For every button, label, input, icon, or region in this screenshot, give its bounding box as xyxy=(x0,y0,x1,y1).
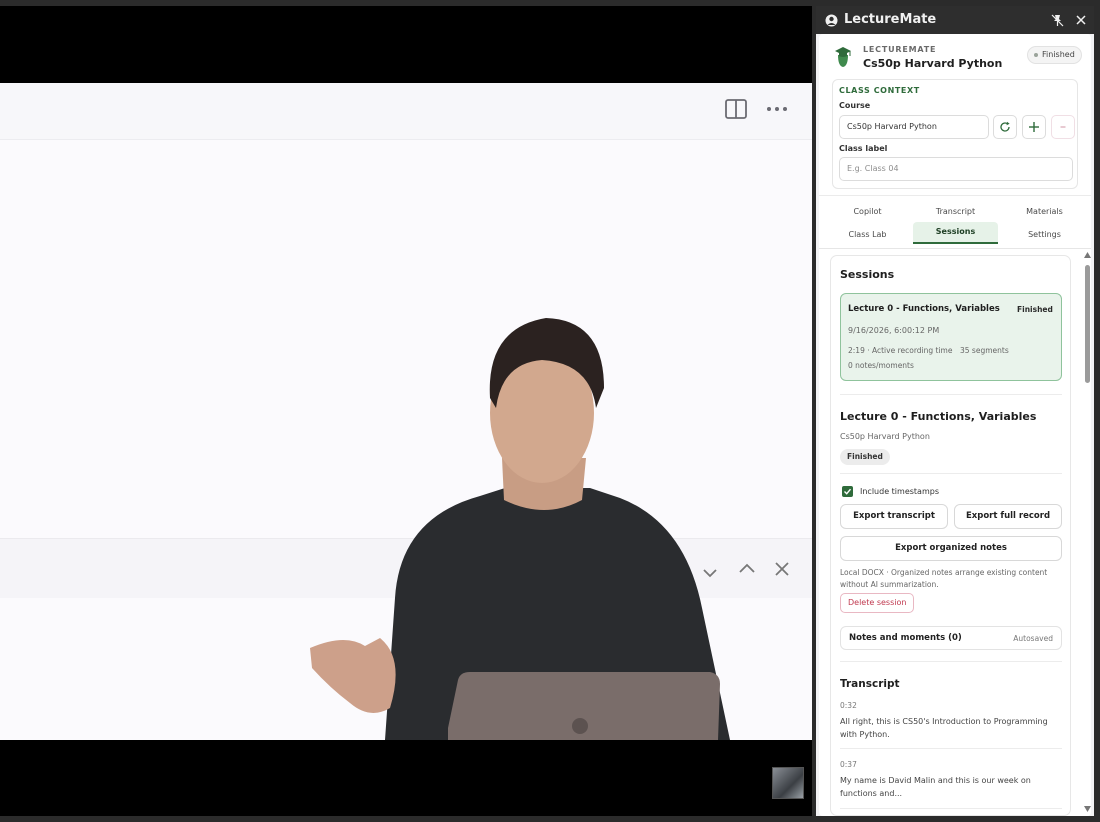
tab-copilot[interactable]: Copilot xyxy=(825,202,910,222)
check-icon xyxy=(844,488,852,495)
session-detail-course: Cs50p Harvard Python xyxy=(840,432,930,441)
user-circle-icon xyxy=(825,14,838,27)
scroll-down-arrow-icon[interactable] xyxy=(1084,806,1091,812)
graduation-cap-icon xyxy=(835,47,851,67)
tab-sessions[interactable]: Sessions xyxy=(913,222,998,244)
class-context-card: CLASS CONTEXT Course Cs50p Harvard Pytho… xyxy=(832,79,1078,189)
document-toolbar xyxy=(0,83,812,140)
panel-header: LECTUREMATE Cs50p Harvard Python Finishe… xyxy=(819,34,1091,78)
add-course-button[interactable] xyxy=(1022,115,1046,139)
export-organized-notes-button[interactable]: Export organized notes xyxy=(840,536,1062,561)
divider xyxy=(840,808,1062,809)
notes-and-moments-label: Notes and moments (0) xyxy=(849,633,962,643)
notes-and-moments-toggle[interactable]: Notes and moments (0) Autosaved xyxy=(840,626,1062,650)
tab-settings[interactable]: Settings xyxy=(1002,225,1087,245)
transcript-title: Transcript xyxy=(840,678,900,690)
more-horizontal-icon[interactable] xyxy=(764,99,790,119)
sessions-card: Sessions Lecture 0 - Functions, Variable… xyxy=(830,255,1071,816)
session-detail-title: Lecture 0 - Functions, Variables xyxy=(840,410,1037,423)
divider xyxy=(819,248,1091,249)
session-item-segments: 35 segments xyxy=(960,346,1009,355)
transcript-segment-text: My name is David Malin and this is our w… xyxy=(840,776,1031,798)
session-item-status: Finished xyxy=(1017,305,1053,314)
divider xyxy=(840,473,1062,474)
class-label-label: Class label xyxy=(839,144,888,153)
close-icon[interactable] xyxy=(1075,14,1087,26)
class-context-heading: CLASS CONTEXT xyxy=(839,86,920,95)
delete-session-button[interactable]: Delete session xyxy=(840,593,915,613)
divider xyxy=(819,195,1091,196)
plus-icon xyxy=(1029,122,1039,132)
status-badge: Finished xyxy=(1027,46,1082,64)
video-player[interactable] xyxy=(0,6,812,816)
export-note: Local DOCX · Organized notes arrange exi… xyxy=(840,568,1048,589)
header-app-label: LECTUREMATE xyxy=(863,45,937,54)
course-label: Course xyxy=(839,101,871,110)
course-select[interactable]: Cs50p Harvard Python xyxy=(839,115,989,139)
remove-course-button[interactable] xyxy=(1051,115,1075,139)
transcript-segment-time: 0:37 xyxy=(840,760,857,769)
export-transcript-button[interactable]: Export transcript xyxy=(840,504,948,529)
video-frame xyxy=(0,83,812,740)
split-panel-icon[interactable] xyxy=(725,99,747,119)
export-full-record-button[interactable]: Export full record xyxy=(954,504,1062,529)
session-item-duration: 2:19 · Active recording time xyxy=(848,346,953,355)
include-timestamps-checkbox[interactable] xyxy=(842,486,853,497)
sessions-title: Sessions xyxy=(840,268,895,281)
include-timestamps-label[interactable]: Include timestamps xyxy=(860,487,939,496)
session-item-date: 9/16/2026, 6:00:12 PM xyxy=(848,326,940,335)
scroll-up-arrow-icon[interactable] xyxy=(1084,252,1091,258)
session-list-item[interactable]: Lecture 0 - Functions, Variables Finishe… xyxy=(840,293,1062,381)
scrollbar-thumb[interactable] xyxy=(1085,265,1090,383)
autosave-status: Autosaved xyxy=(1013,634,1053,643)
app-title: LectureMate xyxy=(844,12,937,27)
pin-off-icon[interactable] xyxy=(1051,14,1064,27)
panel-body: LECTUREMATE Cs50p Harvard Python Finishe… xyxy=(819,34,1091,816)
refresh-course-button[interactable] xyxy=(993,115,1017,139)
presenter-image xyxy=(310,318,730,740)
participant-thumbnail[interactable] xyxy=(772,767,804,799)
session-item-title: Lecture 0 - Functions, Variables xyxy=(848,304,1000,314)
divider xyxy=(840,661,1062,662)
title-bar: LectureMate xyxy=(816,6,1094,34)
scrollbar[interactable] xyxy=(1084,250,1091,816)
tab-class-lab[interactable]: Class Lab xyxy=(825,225,910,245)
session-item-notes: 0 notes/moments xyxy=(848,361,914,370)
class-label-input[interactable]: E.g. Class 04 xyxy=(839,157,1073,181)
transcript-segment-text: All right, this is CS50's Introduction t… xyxy=(840,717,1048,739)
transcript-segment-time: 0:32 xyxy=(840,701,857,710)
lecturemate-window: LectureMate LECTUREMATE Cs50p Harvard Py… xyxy=(816,6,1094,816)
refresh-icon xyxy=(1000,121,1010,132)
tab-transcript[interactable]: Transcript xyxy=(913,202,998,222)
divider xyxy=(840,394,1062,395)
minus-icon xyxy=(1060,126,1066,128)
header-course-name: Cs50p Harvard Python xyxy=(863,57,1003,70)
tab-materials[interactable]: Materials xyxy=(1002,202,1087,222)
status-badge: Finished xyxy=(840,449,890,465)
divider xyxy=(840,748,1062,749)
close-icon[interactable] xyxy=(772,559,792,579)
